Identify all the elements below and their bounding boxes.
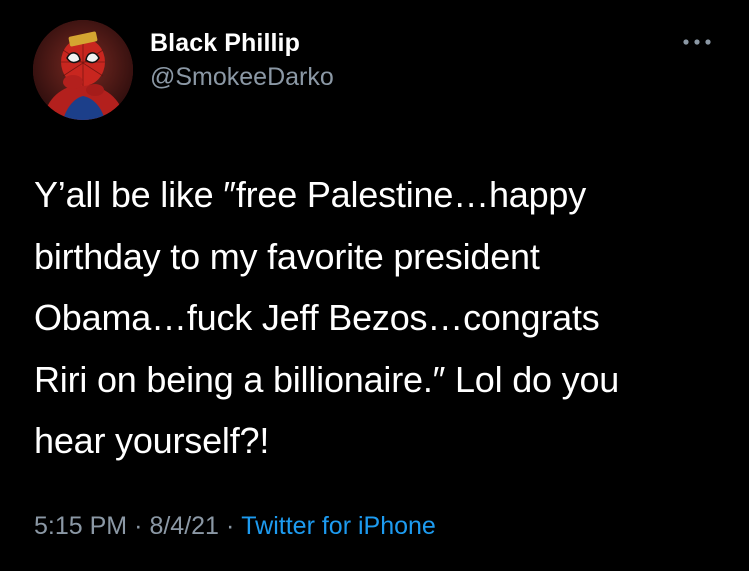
tweet-date[interactable]: 8/4/21	[149, 512, 219, 540]
tweet-source-link[interactable]: Twitter for iPhone	[241, 512, 436, 540]
tweet-card: Black Phillip @SmokeeDarko Y’all be like…	[0, 0, 749, 571]
tweet-meta: 5:15 PM · 8/4/21 · Twitter for iPhone	[34, 512, 436, 541]
tweet-text: Y’all be like ″free Palestine…happy birt…	[34, 174, 620, 461]
meta-separator-2: ·	[225, 512, 235, 540]
spiderman-avatar-icon	[33, 20, 133, 120]
author-handle[interactable]: @SmokeeDarko	[150, 63, 334, 92]
tweet-time[interactable]: 5:15 PM	[34, 512, 127, 540]
meta-separator: ·	[134, 512, 143, 540]
more-horizontal-icon	[683, 39, 711, 45]
more-options-button[interactable]	[676, 33, 718, 51]
profile-avatar[interactable]	[33, 20, 133, 120]
author-display-name[interactable]: Black Phillip	[150, 29, 300, 58]
